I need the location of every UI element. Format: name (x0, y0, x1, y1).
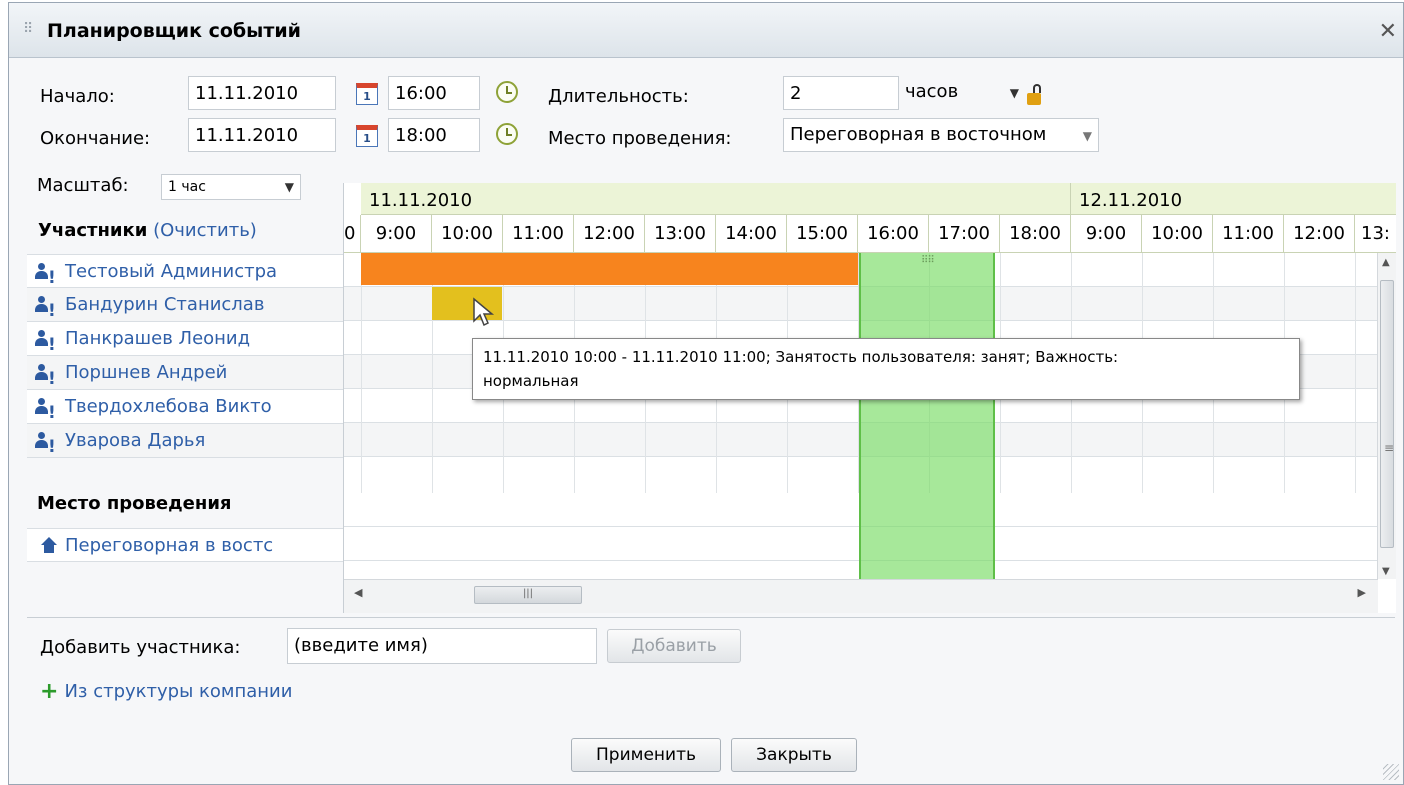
hour-header: 9:00 (361, 215, 432, 253)
scale-label: Масштаб: (37, 175, 129, 196)
participants-title: Участники (38, 220, 148, 241)
company-structure-link[interactable]: + Из структуры компании (40, 678, 292, 704)
participant-name[interactable]: Твердохлебова Викто (65, 396, 272, 417)
participant-row[interactable]: ! Уварова Дарья (27, 424, 344, 458)
scroll-up-icon[interactable]: ▲ (1382, 257, 1390, 268)
start-time-input[interactable]: 16:00 (388, 76, 480, 110)
grip-lines-icon: ≡ (1384, 441, 1395, 455)
selected-interval[interactable]: ⠿⠿ (859, 253, 995, 593)
user-icon: ! (35, 398, 56, 423)
user-icon: ! (35, 432, 56, 457)
scrollbar-thumb[interactable]: ||| (474, 586, 582, 604)
participants-heading: Участники (Очистить) (38, 220, 257, 241)
participant-row[interactable]: ! Бандурин Станислав (27, 288, 344, 322)
tooltip-line-2: нормальная (483, 372, 579, 390)
scroll-left-icon[interactable]: ◀ (354, 586, 362, 599)
close-icon[interactable]: ✕ (1379, 19, 1397, 44)
start-date-input[interactable]: 11.11.2010 (188, 76, 336, 110)
hour-header: 16:00 (858, 215, 929, 253)
user-icon: ! (35, 330, 56, 355)
duration-unit-select[interactable]: часов ▼ (899, 76, 1023, 110)
calendar-icon[interactable]: 1 (356, 83, 378, 105)
drag-grip-icon[interactable]: ⠿⠿ (921, 255, 935, 266)
add-participant-button[interactable]: Добавить (607, 629, 741, 663)
busy-tooltip: 11.11.2010 10:00 - 11.11.2010 11:00; Зан… (472, 338, 1300, 400)
hour-header: 0 (344, 215, 361, 253)
duration-input[interactable]: 2 (783, 76, 899, 110)
hour-header: 14:00 (716, 215, 787, 253)
scrollbar-thumb[interactable]: ≡ (1380, 280, 1394, 548)
user-icon: ! (35, 364, 56, 389)
chevron-down-icon: ▼ (1082, 129, 1092, 143)
hour-header: 9:00 (1071, 215, 1142, 253)
scale-value: 1 час (168, 179, 206, 195)
duration-label: Длительность: (548, 86, 689, 107)
add-participant-input[interactable]: (введите имя) (287, 628, 597, 664)
scale-select[interactable]: 1 час ▼ (161, 174, 301, 200)
participant-row[interactable]: ! Тестовый Администра (27, 254, 344, 288)
hour-header: 17:00 (929, 215, 1000, 253)
hour-header: 12:00 (1284, 215, 1355, 253)
dialog-title: Планировщик событий (47, 20, 301, 42)
grid-line (1355, 253, 1356, 493)
hour-header: 10:00 (432, 215, 503, 253)
participant-row[interactable]: ! Поршнев Андрей (27, 356, 344, 390)
date-header: 12.11.2010 (1071, 183, 1396, 215)
drag-grip-icon[interactable]: ⠿ (23, 21, 33, 37)
hour-header: 15:00 (787, 215, 858, 253)
chevron-down-icon: ▼ (1009, 86, 1019, 100)
participant-name[interactable]: Тестовый Администра (65, 261, 277, 282)
participant-name[interactable]: Бандурин Станислав (65, 294, 264, 315)
hour-header: 13:00 (645, 215, 716, 253)
clear-participants-link[interactable]: (Очистить) (153, 220, 257, 241)
chevron-down-icon: ▼ (284, 180, 294, 194)
user-icon: ! (35, 296, 56, 321)
close-button[interactable]: Закрыть (731, 738, 857, 772)
grid-line (361, 253, 362, 493)
hour-header: 13: (1355, 215, 1396, 253)
hour-header: 11:00 (1213, 215, 1284, 253)
apply-button[interactable]: Применить (571, 738, 721, 772)
scroll-right-icon[interactable]: ▶ (1358, 586, 1366, 599)
clock-icon[interactable] (496, 81, 518, 103)
add-participant-label: Добавить участника: (40, 637, 241, 658)
participant-name[interactable]: Поршнев Андрей (65, 362, 227, 383)
clock-icon[interactable] (496, 123, 518, 145)
title-bar[interactable]: ⠿ Планировщик событий ✕ (9, 3, 1403, 58)
busy-block[interactable] (361, 253, 858, 285)
hour-header: 12:00 (574, 215, 645, 253)
place-select[interactable]: Переговорная в восточном ▼ (783, 118, 1099, 152)
resize-grip-icon[interactable] (1383, 764, 1399, 780)
tooltip-line-1: 11.11.2010 10:00 - 11.11.2010 11:00; Зан… (483, 348, 1119, 366)
plus-icon: + (40, 679, 59, 704)
place-row[interactable]: Переговорная в востс (27, 528, 344, 562)
place-select-value: Переговорная в восточном (790, 124, 1047, 145)
duration-unit-value: часов (905, 81, 959, 102)
scroll-down-icon[interactable]: ▼ (1382, 566, 1390, 577)
place-label: Место проведения: (548, 128, 732, 149)
home-icon (41, 537, 57, 553)
hour-header: 11:00 (503, 215, 574, 253)
hour-header: 18:00 (1000, 215, 1071, 253)
place-section-heading: Место проведения (37, 493, 232, 514)
start-label: Начало: (40, 86, 115, 107)
horizontal-scrollbar[interactable]: ◀ ||| ▶ (344, 579, 1378, 613)
participant-name[interactable]: Панкрашев Леонид (65, 328, 250, 349)
end-label: Окончание: (40, 128, 151, 149)
participant-row[interactable]: ! Панкрашев Леонид (27, 322, 344, 356)
end-time-input[interactable]: 18:00 (388, 118, 480, 152)
end-date-input[interactable]: 11.11.2010 (188, 118, 336, 152)
participant-name[interactable]: Уварова Дарья (65, 430, 205, 451)
company-structure-label[interactable]: Из структуры компании (64, 681, 292, 702)
vertical-scrollbar[interactable]: ▲ ≡ ▼ (1377, 253, 1396, 579)
place-name[interactable]: Переговорная в востс (65, 535, 273, 556)
user-icon: ! (35, 263, 56, 287)
calendar-icon[interactable]: 1 (356, 125, 378, 147)
participant-row[interactable]: ! Твердохлебова Викто (27, 390, 344, 424)
hour-header: 10:00 (1142, 215, 1213, 253)
unlock-icon[interactable] (1027, 84, 1041, 105)
date-header: 11.11.2010 (361, 183, 1071, 215)
